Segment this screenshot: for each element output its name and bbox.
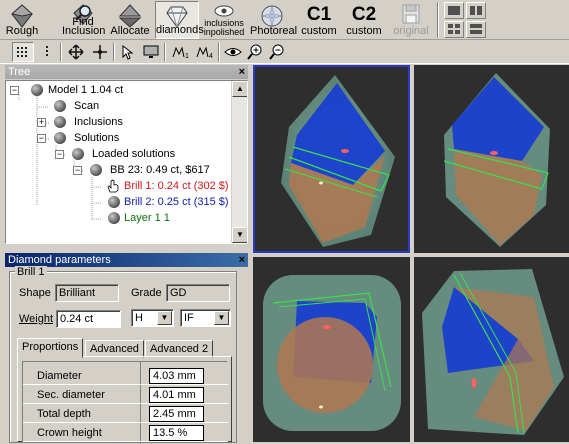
- column-dots-icon: [46, 46, 48, 56]
- stone-render: [422, 269, 564, 435]
- node-ball-icon: [54, 116, 66, 128]
- tree-close-button[interactable]: ×: [239, 65, 245, 79]
- pointer-icon: [122, 44, 134, 60]
- weight-label: Weight: [19, 313, 54, 325]
- original-icon: [402, 4, 420, 24]
- svg-text:4: 4: [209, 53, 213, 60]
- weight-field[interactable]: 0.24 ct: [56, 310, 121, 328]
- layout-grid-icon: [448, 24, 453, 28]
- monitor-icon: [143, 45, 159, 58]
- toolbar-separator: [437, 2, 439, 38]
- layout-single-button[interactable]: [444, 2, 464, 19]
- grade-field[interactable]: GD: [166, 284, 230, 302]
- viewport-top-left[interactable]: [253, 65, 410, 253]
- node-ball-icon: [108, 212, 120, 224]
- zoom-in-icon: [247, 44, 262, 60]
- inclusions-inpolished-button[interactable]: inclusions inpolished: [202, 1, 246, 39]
- allocate-button[interactable]: Allocate: [110, 1, 150, 39]
- svg-text:1: 1: [185, 53, 189, 60]
- select-pointer-button[interactable]: [117, 42, 139, 62]
- layout-grid-icon: [470, 6, 475, 15]
- shape-label: Shape: [19, 287, 51, 299]
- grid-dots-icon: [17, 47, 27, 57]
- viewport-top-right[interactable]: [414, 65, 569, 253]
- prop-value[interactable]: 4.03 mm: [149, 368, 204, 384]
- zoom-out-icon: [269, 44, 284, 60]
- layout-split-button[interactable]: [466, 2, 486, 19]
- shape-field[interactable]: Brilliant: [55, 284, 119, 302]
- prop-value[interactable]: 4.01 mm: [149, 387, 204, 403]
- m4-button[interactable]: 4: [194, 42, 216, 62]
- grade-label: Grade: [131, 287, 162, 299]
- prop-row-sec-diameter: Sec. diameter 4.01 mm: [23, 387, 228, 404]
- prop-value[interactable]: 2.45 mm: [149, 406, 204, 422]
- collapse-icon[interactable]: −: [10, 86, 19, 95]
- original-button[interactable]: original: [389, 1, 433, 39]
- clarity-select[interactable]: IF ▼: [180, 309, 231, 327]
- layout-grid-icon: [470, 24, 482, 28]
- scroll-down-icon[interactable]: ▼: [232, 227, 247, 243]
- zoom-out-button[interactable]: [266, 42, 288, 62]
- view-toolbar: 1 4: [0, 40, 569, 64]
- custom-c2-button[interactable]: C2 custom: [343, 1, 385, 39]
- proportions-grid: Diameter 4.03 mm Sec. diameter 4.01 mm T…: [22, 361, 228, 444]
- dotted-column-button[interactable]: [36, 42, 58, 62]
- params-panel-title: Diamond parameters ×: [5, 253, 248, 267]
- stone-render: [281, 75, 395, 247]
- screen-button[interactable]: [140, 42, 162, 62]
- move-button[interactable]: [65, 42, 87, 62]
- prop-row-total-depth: Total depth 2.45 mm: [23, 406, 228, 423]
- params-close-button[interactable]: ×: [239, 253, 245, 267]
- pan-button[interactable]: [89, 42, 111, 62]
- viewport-bottom-right[interactable]: [414, 257, 569, 442]
- prop-value[interactable]: 13.5 %: [149, 425, 204, 441]
- node-ball-icon: [108, 196, 120, 208]
- prop-row-diameter: Diameter 4.03 mm: [23, 368, 228, 385]
- chevron-down-icon[interactable]: ▼: [214, 311, 229, 325]
- eye-icon: [224, 48, 242, 56]
- expand-icon[interactable]: +: [37, 118, 46, 127]
- view-eye-button[interactable]: [222, 42, 244, 62]
- collapse-icon[interactable]: −: [73, 166, 82, 175]
- zoom-in-button[interactable]: [244, 42, 266, 62]
- m4-icon: 4: [196, 46, 213, 60]
- solution-tree: − Model 1 1.04 ct Scan + Inclusions − So…: [5, 80, 248, 244]
- m1-button[interactable]: 1: [170, 42, 192, 62]
- collapse-icon[interactable]: −: [55, 150, 64, 159]
- rough-button[interactable]: Rough: [2, 1, 42, 39]
- prop-row-crown-height: Crown height 13.5 %: [23, 425, 228, 442]
- node-ball-icon: [54, 100, 66, 112]
- dotted-grid-button[interactable]: [12, 42, 34, 62]
- stone-render: [263, 275, 401, 431]
- photoreal-button[interactable]: Photoreal: [250, 1, 297, 39]
- node-ball-icon: [54, 132, 66, 144]
- inclusions-icon: [214, 5, 234, 17]
- node-ball-icon: [31, 84, 43, 96]
- tree-panel-title: Tree ×: [5, 65, 248, 79]
- chevron-down-icon[interactable]: ▼: [157, 311, 172, 325]
- node-ball-icon: [72, 148, 84, 160]
- main-toolbar: Rough Find Inclusion Allocate diamonds i…: [0, 0, 569, 40]
- m1-icon: 1: [172, 46, 189, 60]
- custom-c1-button[interactable]: C1 custom: [298, 1, 340, 39]
- scroll-up-icon[interactable]: ▲: [232, 81, 247, 97]
- find-inclusion-button[interactable]: Find Inclusion: [62, 1, 105, 39]
- tab-proportions[interactable]: Proportions: [17, 338, 84, 358]
- diamonds-button[interactable]: diamonds: [155, 1, 204, 39]
- tree-scrollbar[interactable]: ▲ ▼: [231, 81, 247, 243]
- move-icon: [68, 44, 84, 60]
- color-grade-select[interactable]: H ▼: [131, 309, 174, 327]
- layout-grid-icon: [448, 6, 460, 15]
- hand-cursor-icon: [107, 179, 119, 193]
- layout-stack-button[interactable]: [466, 21, 486, 38]
- viewport-bottom-left[interactable]: [253, 257, 410, 442]
- pan-icon: [93, 45, 107, 59]
- layout-quad-button[interactable]: [444, 21, 464, 38]
- node-ball-icon: [90, 164, 102, 176]
- proportions-tab-body: Diameter 4.03 mm Sec. diameter 4.01 mm T…: [17, 356, 232, 444]
- stone-render: [443, 73, 550, 247]
- collapse-icon[interactable]: −: [37, 134, 46, 143]
